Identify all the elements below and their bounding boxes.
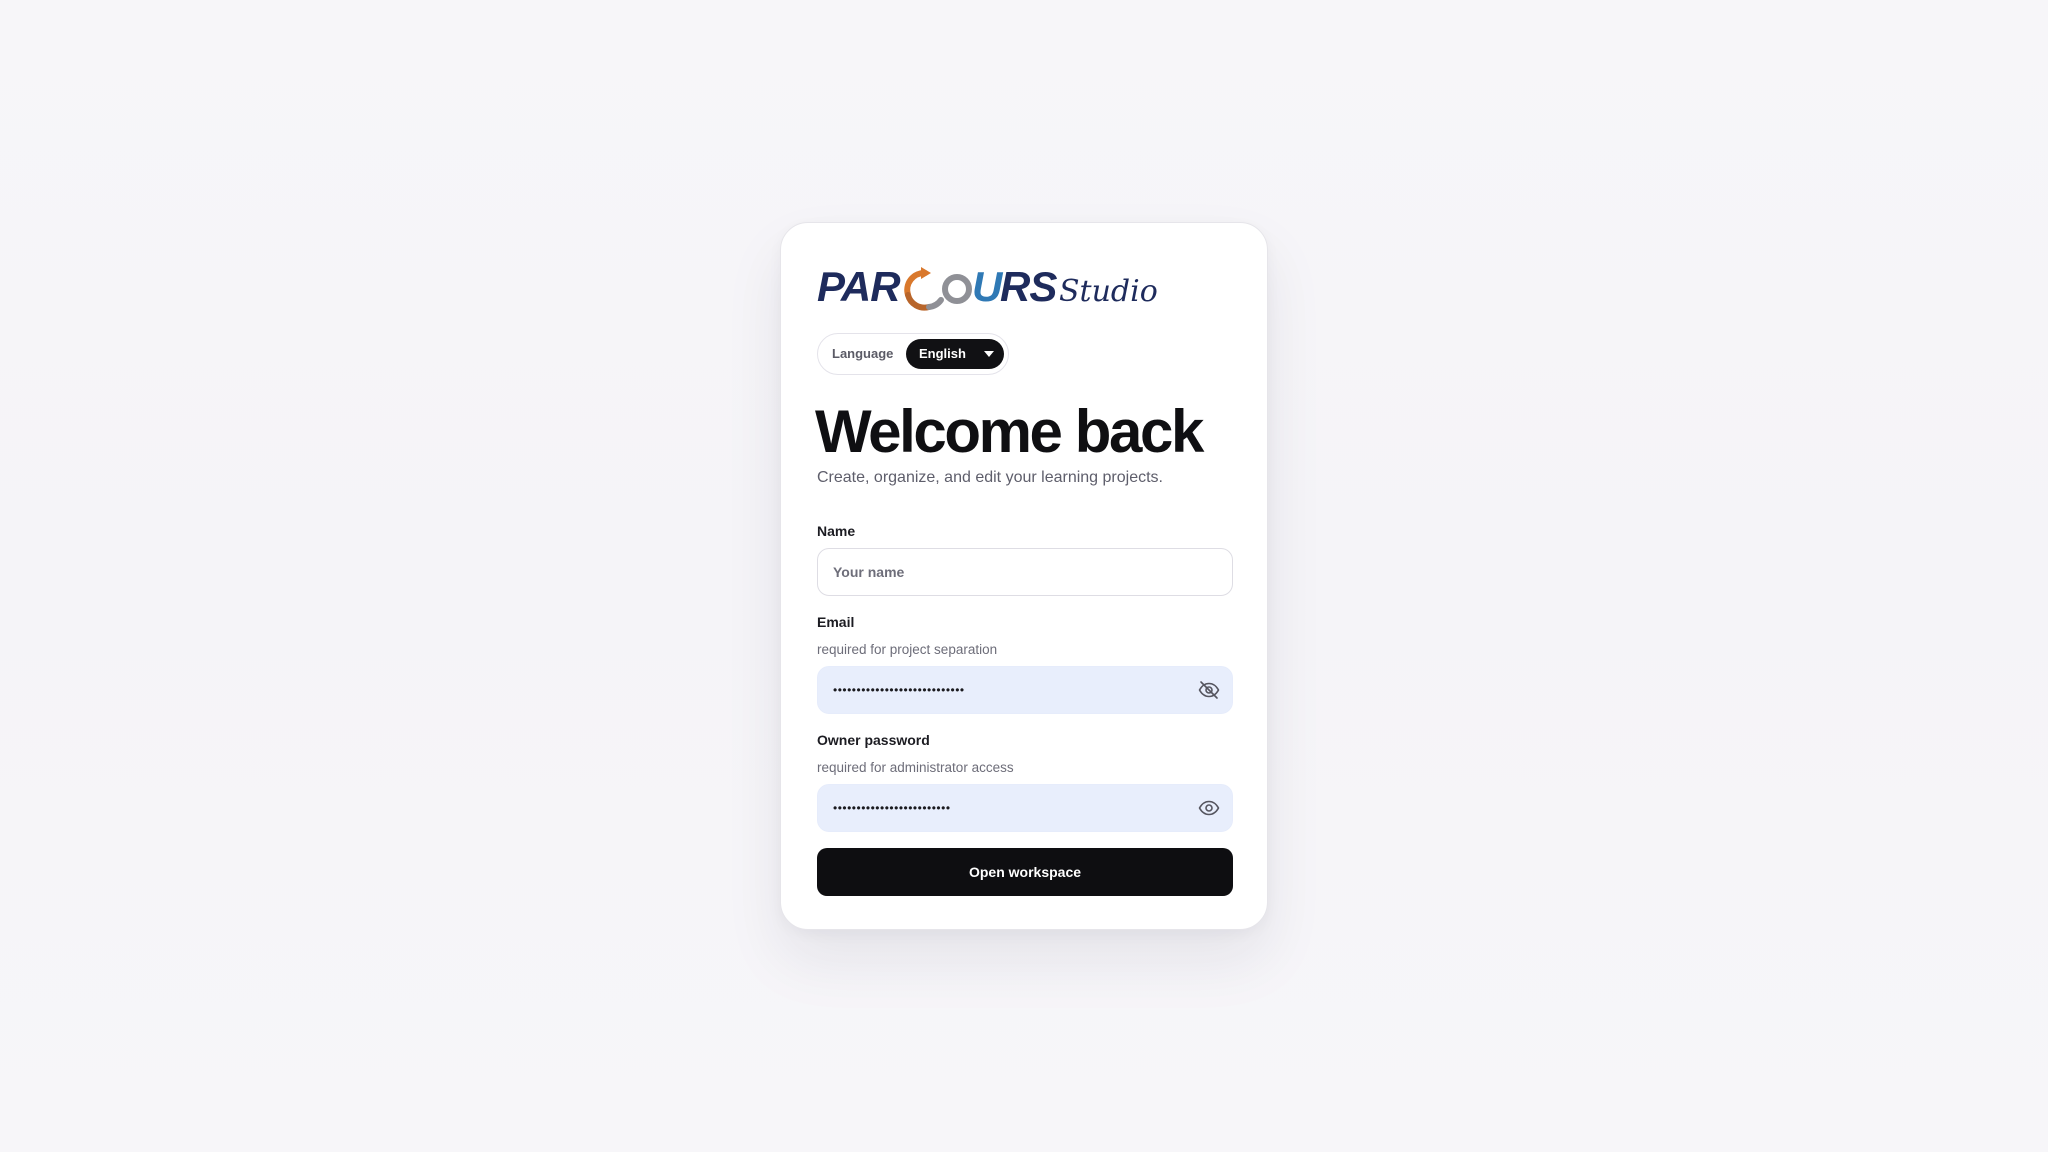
- svg-text:Studio: Studio: [1059, 274, 1157, 309]
- chevron-down-icon: [984, 351, 994, 357]
- open-workspace-button[interactable]: Open workspace: [817, 848, 1233, 896]
- owner-password-input[interactable]: [817, 784, 1233, 832]
- language-select[interactable]: English: [906, 339, 1004, 369]
- language-label: Language: [832, 346, 894, 361]
- svg-text:PAR: PAR: [817, 263, 901, 310]
- language-switcher: Language English: [817, 333, 1009, 375]
- page-subtitle: Create, organize, and edit your learning…: [817, 469, 1163, 486]
- eye-off-icon[interactable]: [1197, 678, 1221, 702]
- email-input[interactable]: [817, 666, 1233, 714]
- page-title: Welcome back: [815, 398, 1204, 465]
- parcours-studio-logo: PAR U RS Studio: [817, 259, 1157, 317]
- login-card: PAR U RS Studio Language English Welcome…: [780, 222, 1268, 930]
- name-label: Name: [817, 523, 856, 539]
- owner-password-help-text: required for administrator access: [817, 760, 1014, 775]
- eye-icon[interactable]: [1197, 796, 1221, 820]
- email-help-text: required for project separation: [817, 642, 998, 657]
- language-selected-value: English: [919, 346, 966, 361]
- svg-text:RS: RS: [1000, 263, 1057, 310]
- email-label: Email: [817, 614, 855, 630]
- owner-password-label: Owner password: [817, 732, 930, 748]
- name-input[interactable]: [817, 548, 1233, 596]
